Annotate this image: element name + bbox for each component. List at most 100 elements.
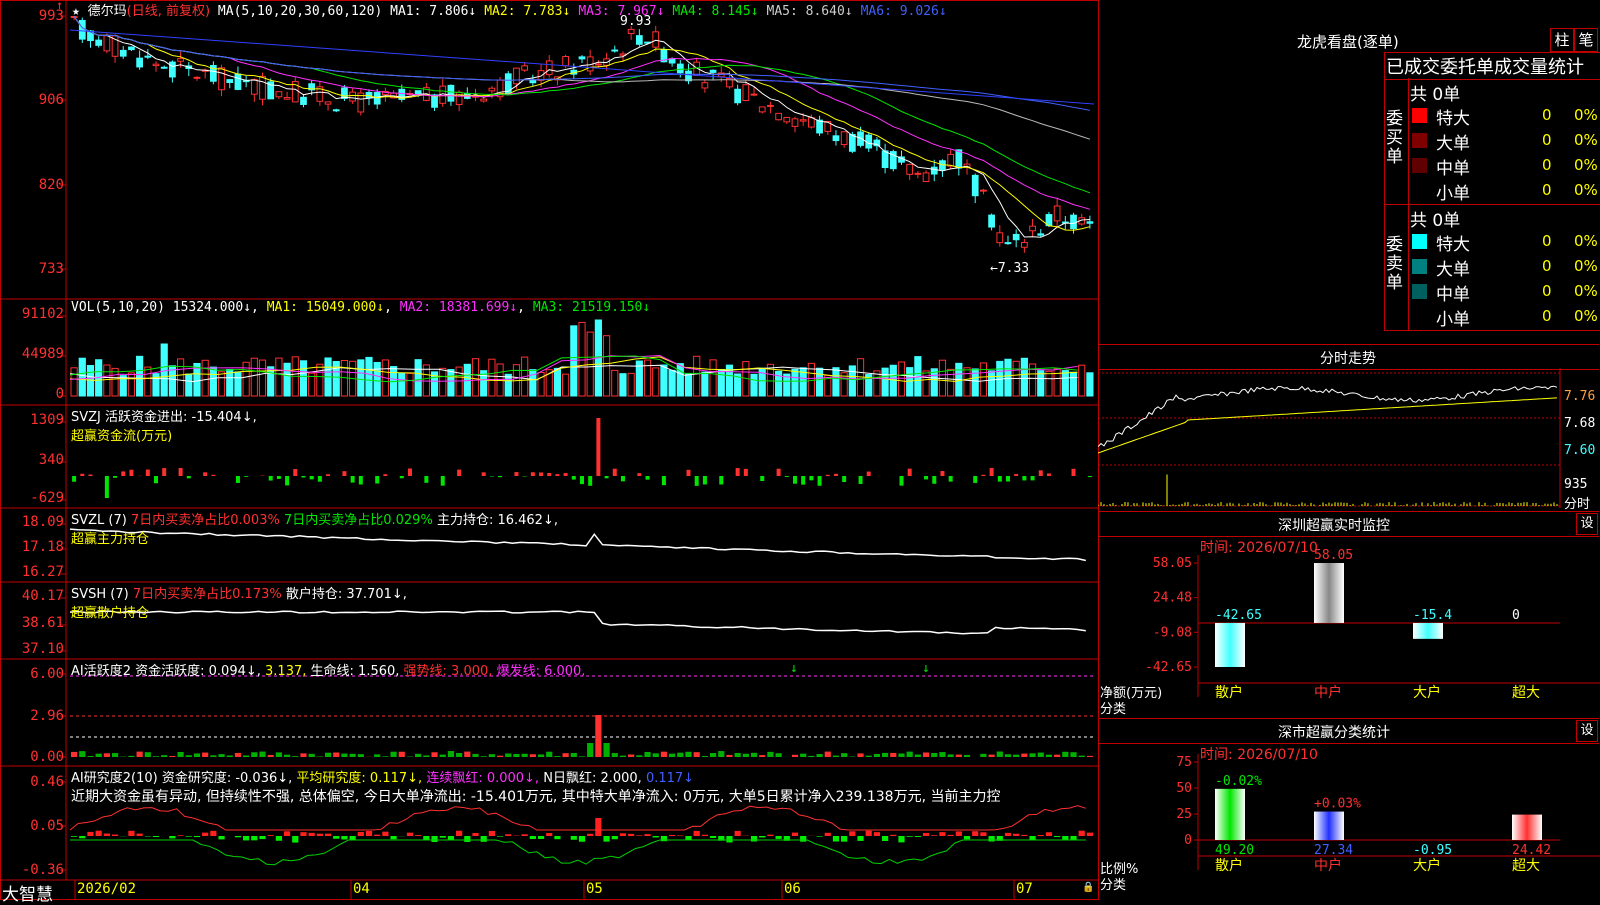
stock-name[interactable]: 德尔玛 <box>88 4 127 19</box>
ai2-bar <box>300 832 306 836</box>
ai2-bar <box>849 831 855 836</box>
svsh-c: 散户持仓: 37.701↓, <box>286 587 407 602</box>
candle-body <box>79 20 85 39</box>
volume-bar <box>694 356 700 396</box>
volume-bar <box>661 365 667 396</box>
class-settings-button[interactable]: 设 <box>1576 720 1598 742</box>
ai1-bar <box>931 753 937 757</box>
volume-bar <box>472 359 478 396</box>
candle-body <box>325 102 331 104</box>
ai1-bar <box>1013 755 1019 757</box>
ai1-bar <box>767 752 773 757</box>
candle-body <box>1054 206 1060 221</box>
ai2-last: 0.117↓ <box>646 771 694 786</box>
brand-label: 大智慧 <box>2 880 53 905</box>
ai2-bar <box>726 836 732 842</box>
tick-mode-button[interactable]: 笔 <box>1574 28 1598 52</box>
svsh-a: 7日内买卖净占比0.173% <box>133 587 282 602</box>
candle-body <box>669 59 675 63</box>
candle-body <box>1030 226 1036 231</box>
period-label[interactable]: (日线, 前复权) <box>127 4 210 19</box>
kline-chart-area[interactable]: ↓↓ <box>0 0 1100 900</box>
svzj-tick: 340 <box>0 452 64 468</box>
volume-bar <box>259 360 265 396</box>
ai2-bar <box>767 835 773 836</box>
class-stats-chart[interactable]: 7550250-0.02%散户+0.03%中户大户超大49.2027.34-0.… <box>1098 742 1600 902</box>
row-pct: 0% <box>1574 131 1598 149</box>
volume-bar <box>620 374 626 396</box>
ai1-bar <box>546 752 552 757</box>
y-tick: 993 <box>0 8 64 24</box>
svsh-tick: 37.10 <box>0 641 64 657</box>
ai2-bar <box>243 836 249 840</box>
candle-body <box>342 88 348 98</box>
volume-bar <box>538 372 544 396</box>
ai1-bar <box>341 754 347 757</box>
volume-bar <box>407 373 413 396</box>
signal-arrow: ↓ <box>790 661 798 676</box>
ai1-bar <box>816 754 822 757</box>
date-label: 05 <box>586 881 603 897</box>
ai1-bar <box>440 755 446 757</box>
volume-bar <box>653 368 659 396</box>
volume-bar <box>751 374 757 396</box>
chart-tick-label: 58.05 <box>1153 556 1192 571</box>
ai1-bar <box>595 715 601 757</box>
ai1-bar <box>399 752 405 757</box>
candle-body <box>153 64 159 65</box>
ai2-bar <box>1046 832 1052 836</box>
low-marker: ←7.33 <box>990 261 1029 276</box>
row-count: 0 <box>1542 131 1552 149</box>
ai1-bar <box>423 755 429 757</box>
svzl-b: 7日内买卖净占比0.029% <box>284 513 433 528</box>
candle-body <box>481 99 487 101</box>
ai1-bar <box>579 756 585 757</box>
ai1-bar <box>382 756 388 757</box>
sz-monitor-chart[interactable]: 58.0524.48-9.08-42.65-42.65散户58.05中户-15.… <box>1098 535 1600 725</box>
candle-body <box>284 98 290 100</box>
ai2-bar <box>169 836 175 838</box>
ai1-bar <box>333 752 339 757</box>
sz-settings-button[interactable]: 设 <box>1576 513 1598 535</box>
sell-total: 共 0单 <box>1410 206 1460 231</box>
intraday-avg-line <box>1098 398 1557 453</box>
volume-bar <box>399 373 405 396</box>
bar-mode-button[interactable]: 柱 <box>1550 28 1574 52</box>
intraday-chart[interactable] <box>1098 368 1600 508</box>
ai1-strong: 强势线: 3.000, <box>404 664 493 679</box>
star-icon[interactable]: ★ <box>72 4 80 19</box>
svzl-tick: 18.09 <box>0 514 64 530</box>
ai1-bar <box>620 756 626 757</box>
ai2-bar <box>538 836 544 839</box>
ai1-bar <box>513 754 519 757</box>
chart-tick-label: 0 <box>1184 833 1192 848</box>
ai1-bar <box>653 753 659 757</box>
candle-body <box>628 29 634 33</box>
ai2-bar <box>759 836 765 838</box>
svzl-tick: 16.27 <box>0 564 64 580</box>
candle-body <box>931 167 937 174</box>
chart-tick-label: 75 <box>1176 755 1192 770</box>
ai1-bar <box>300 753 306 757</box>
volume-bar <box>186 374 192 396</box>
ai1-bar <box>431 752 437 757</box>
y-tick: 820 <box>0 177 64 193</box>
class-stats-title: 深市超赢分类统计 <box>1278 722 1390 742</box>
ai1-bar <box>554 756 560 757</box>
ai1-bar <box>128 756 134 757</box>
ai2-bar <box>96 831 102 836</box>
volume-bar <box>677 364 683 396</box>
ai1-bar <box>194 753 200 757</box>
category-bar <box>1413 623 1443 639</box>
ai2-header: AI研究度2(10) 资金研究度: -0.036↓, 平均研究度: 0.117↓… <box>71 767 1000 806</box>
ai2-bar <box>235 836 241 837</box>
ai2-comment: 近期大资金虽有异动, 但持续性不强, 总体偏空, 今日大单净流出: -15.40… <box>71 786 1000 806</box>
ai1-burst: 爆发线: 6.000, <box>497 664 586 679</box>
ai2-bar <box>464 836 470 842</box>
chart-tick-label: -9.08 <box>1153 625 1192 640</box>
ai1-bar <box>1087 756 1093 757</box>
category-label: 中户 <box>1314 857 1342 874</box>
candle-body <box>817 120 823 133</box>
lock-icon[interactable]: 🔒 <box>1082 882 1094 893</box>
corner-arrow-icon[interactable]: ↑ <box>56 0 63 12</box>
